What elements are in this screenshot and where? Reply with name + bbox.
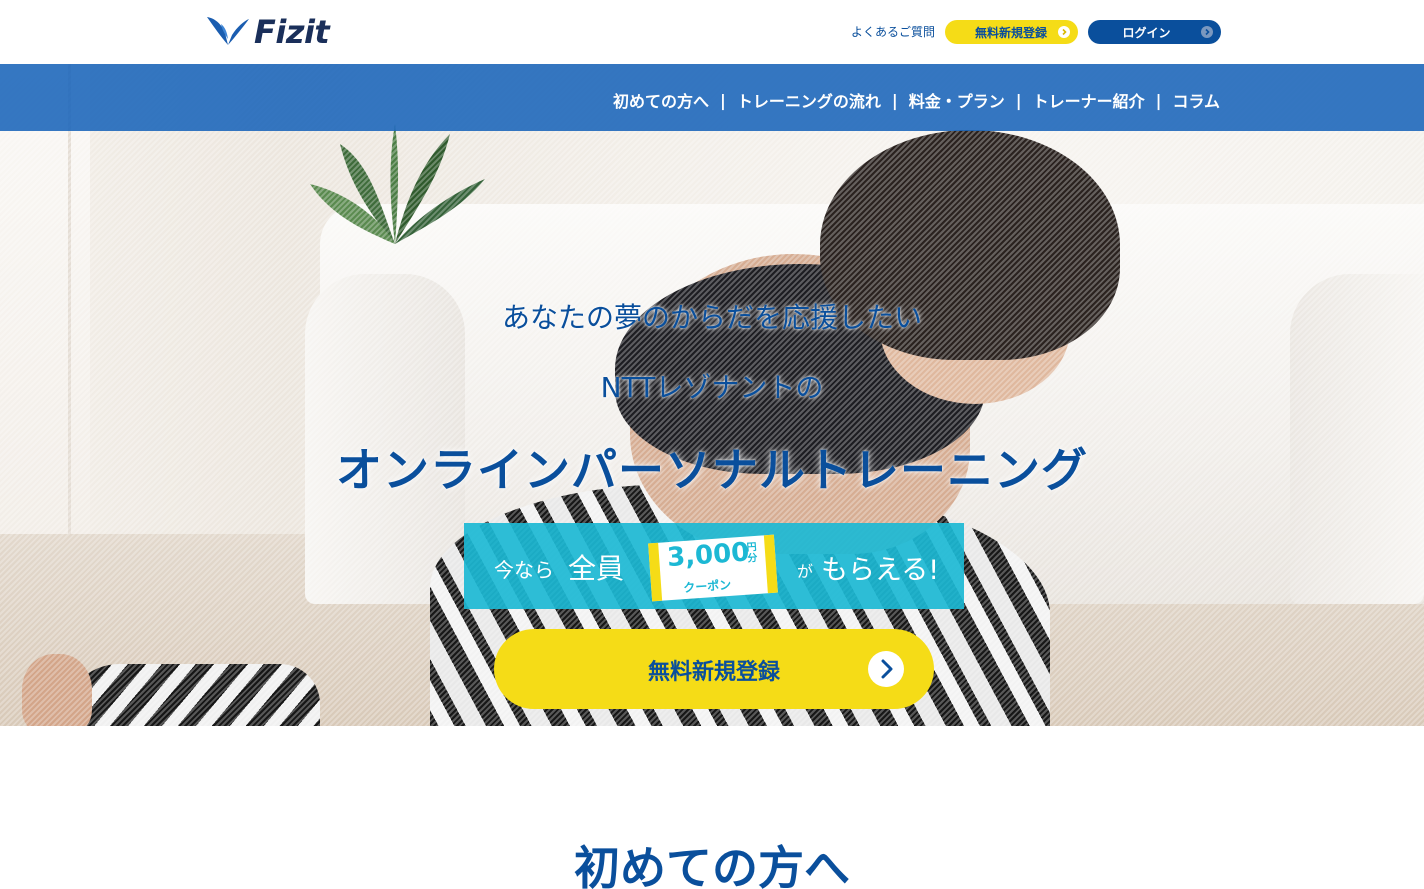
hero-title: オンラインパーソナルトレーニング — [336, 443, 1088, 497]
coupon-highlight: 全員 — [568, 552, 625, 585]
bird-wings-icon — [207, 17, 249, 45]
site-logo[interactable]: Fizit — [206, 13, 330, 51]
chevron-right-icon — [1058, 26, 1070, 38]
coupon-prefix: 今なら — [494, 558, 554, 582]
header-login-button[interactable]: ログイン — [1088, 20, 1221, 44]
nav-separator: | — [1015, 90, 1022, 110]
hero-subtitle: あなたの夢のからだを応援したい — [501, 301, 922, 334]
nav-item-first-time[interactable]: 初めての方へ — [613, 88, 709, 112]
coupon-amount: 3,000 — [666, 537, 751, 574]
faq-link[interactable]: よくあるご質問 — [851, 23, 935, 40]
header-login-label: ログイン — [1122, 25, 1171, 40]
section-title-first-time: 初めての方へ — [574, 841, 850, 889]
coupon-unit: 円分 — [746, 541, 758, 565]
coupon-badge: 3,000 円分 クーポン — [648, 534, 778, 602]
nav-separator: | — [1155, 90, 1162, 110]
coupon-suffix: もらえる! — [821, 555, 940, 586]
nav-separator: | — [720, 90, 726, 110]
header-register-button[interactable]: 無料新規登録 — [945, 20, 1078, 44]
main-nav: 初めての方へ | トレーニングの流れ | 料金・プラン | トレーナー紹介 | … — [613, 88, 1220, 112]
main-nav-bar: 初めての方へ | トレーニングの流れ | 料金・プラン | トレーナー紹介 | … — [0, 64, 1424, 131]
hero-register-button[interactable]: 無料新規登録 — [494, 629, 934, 709]
coupon-particle: が — [797, 562, 814, 581]
nav-item-pricing[interactable]: 料金・プラン — [909, 88, 1005, 112]
coupon-badge-label: クーポン — [682, 577, 732, 596]
nav-item-column[interactable]: コラム — [1172, 88, 1220, 112]
header-register-label: 無料新規登録 — [975, 25, 1048, 40]
top-header: Fizit よくあるご質問 無料新規登録 ログイン — [0, 0, 1424, 64]
hero-company: NTTレゾナントの — [600, 371, 824, 404]
hero-section: 初めての方へ | トレーニングの流れ | 料金・プラン | トレーナー紹介 | … — [0, 64, 1424, 726]
coupon-banner: 今なら 全員 3,000 円分 クーポン が もらえる! — [464, 523, 964, 609]
nav-item-training-flow[interactable]: トレーニングの流れ — [737, 88, 881, 112]
nav-separator: | — [891, 90, 898, 110]
nav-item-trainers[interactable]: トレーナー紹介 — [1033, 88, 1145, 112]
chevron-right-icon — [1201, 26, 1213, 38]
chevron-right-icon — [868, 651, 904, 687]
logo-text: Fizit — [254, 13, 330, 51]
